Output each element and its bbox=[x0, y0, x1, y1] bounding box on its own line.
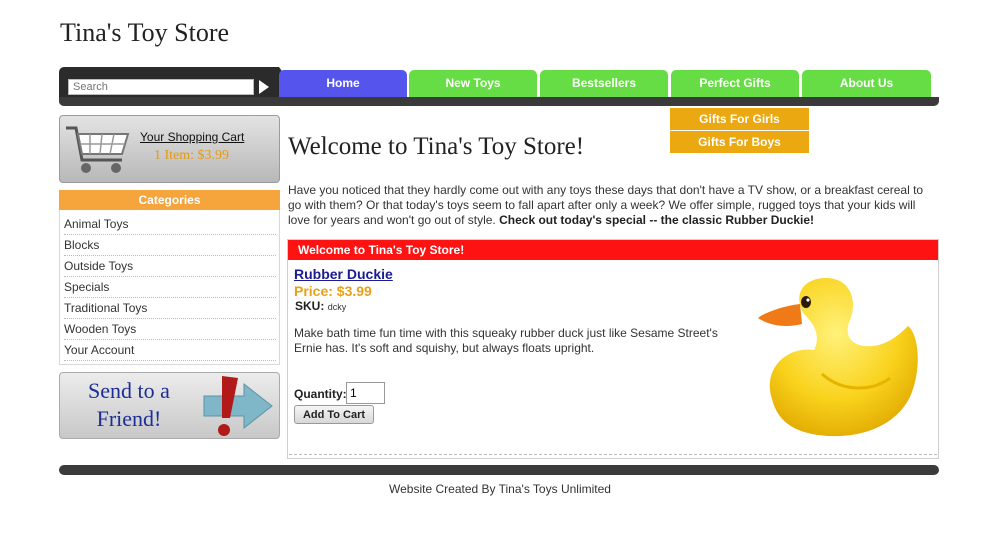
quantity-input[interactable] bbox=[346, 382, 385, 404]
product-price: Price: $3.99 bbox=[294, 283, 372, 299]
category-blocks[interactable]: Blocks bbox=[64, 236, 276, 256]
intro-paragraph: Have you noticed that they hardly come o… bbox=[288, 183, 924, 227]
search-arrow-icon[interactable] bbox=[259, 80, 269, 94]
nav-bar-strip bbox=[59, 97, 939, 106]
tab-new-toys[interactable]: New Toys bbox=[409, 70, 537, 97]
site-title: Tina's Toy Store bbox=[60, 18, 230, 47]
tab-about-us[interactable]: About Us bbox=[802, 70, 931, 97]
product-description: Make bath time fun time with this squeak… bbox=[294, 326, 718, 355]
product-name-link[interactable]: Rubber Duckie bbox=[294, 266, 393, 282]
product-divider bbox=[289, 454, 937, 455]
category-specials[interactable]: Specials bbox=[64, 278, 276, 298]
shopping-cart-icon bbox=[66, 126, 130, 173]
quantity-label: Quantity: bbox=[294, 387, 347, 401]
share-arrow-icon bbox=[203, 376, 273, 436]
footer-credit: Website Created By Tina's Toys Unlimited bbox=[389, 482, 611, 496]
category-wooden-toys[interactable]: Wooden Toys bbox=[64, 320, 276, 340]
rubber-duck-image bbox=[758, 278, 918, 437]
add-to-cart-button[interactable]: Add To Cart bbox=[294, 405, 374, 424]
tab-perfect-gifts[interactable]: Perfect Gifts bbox=[671, 70, 799, 97]
send-to-friend-text: Send to a Friend! bbox=[88, 378, 170, 431]
categories-heading: Categories bbox=[59, 190, 280, 210]
footer-bar bbox=[59, 465, 939, 475]
category-outside-toys[interactable]: Outside Toys bbox=[64, 257, 276, 277]
product-sku: SKU: dcky bbox=[295, 299, 347, 313]
product-panel-header: Welcome to Tina's Toy Store! bbox=[288, 240, 938, 260]
tab-bestsellers[interactable]: Bestsellers bbox=[540, 70, 668, 97]
cart-summary: 1 Item: $3.99 bbox=[154, 148, 230, 163]
search-input[interactable] bbox=[68, 79, 254, 95]
dropdown-gifts-for-girls[interactable]: Gifts For Girls bbox=[670, 108, 809, 130]
category-traditional-toys[interactable]: Traditional Toys bbox=[64, 299, 276, 319]
tab-home[interactable]: Home bbox=[279, 70, 407, 97]
intro-highlight: Check out today's special -- the classic… bbox=[499, 213, 815, 227]
cart-title-link[interactable]: Your Shopping Cart bbox=[140, 130, 244, 144]
dropdown-gifts-for-boys[interactable]: Gifts For Boys bbox=[670, 131, 809, 153]
category-your-account[interactable]: Your Account bbox=[64, 341, 276, 361]
page-heading: Welcome to Tina's Toy Store! bbox=[288, 133, 585, 160]
category-animal-toys[interactable]: Animal Toys bbox=[64, 215, 276, 235]
